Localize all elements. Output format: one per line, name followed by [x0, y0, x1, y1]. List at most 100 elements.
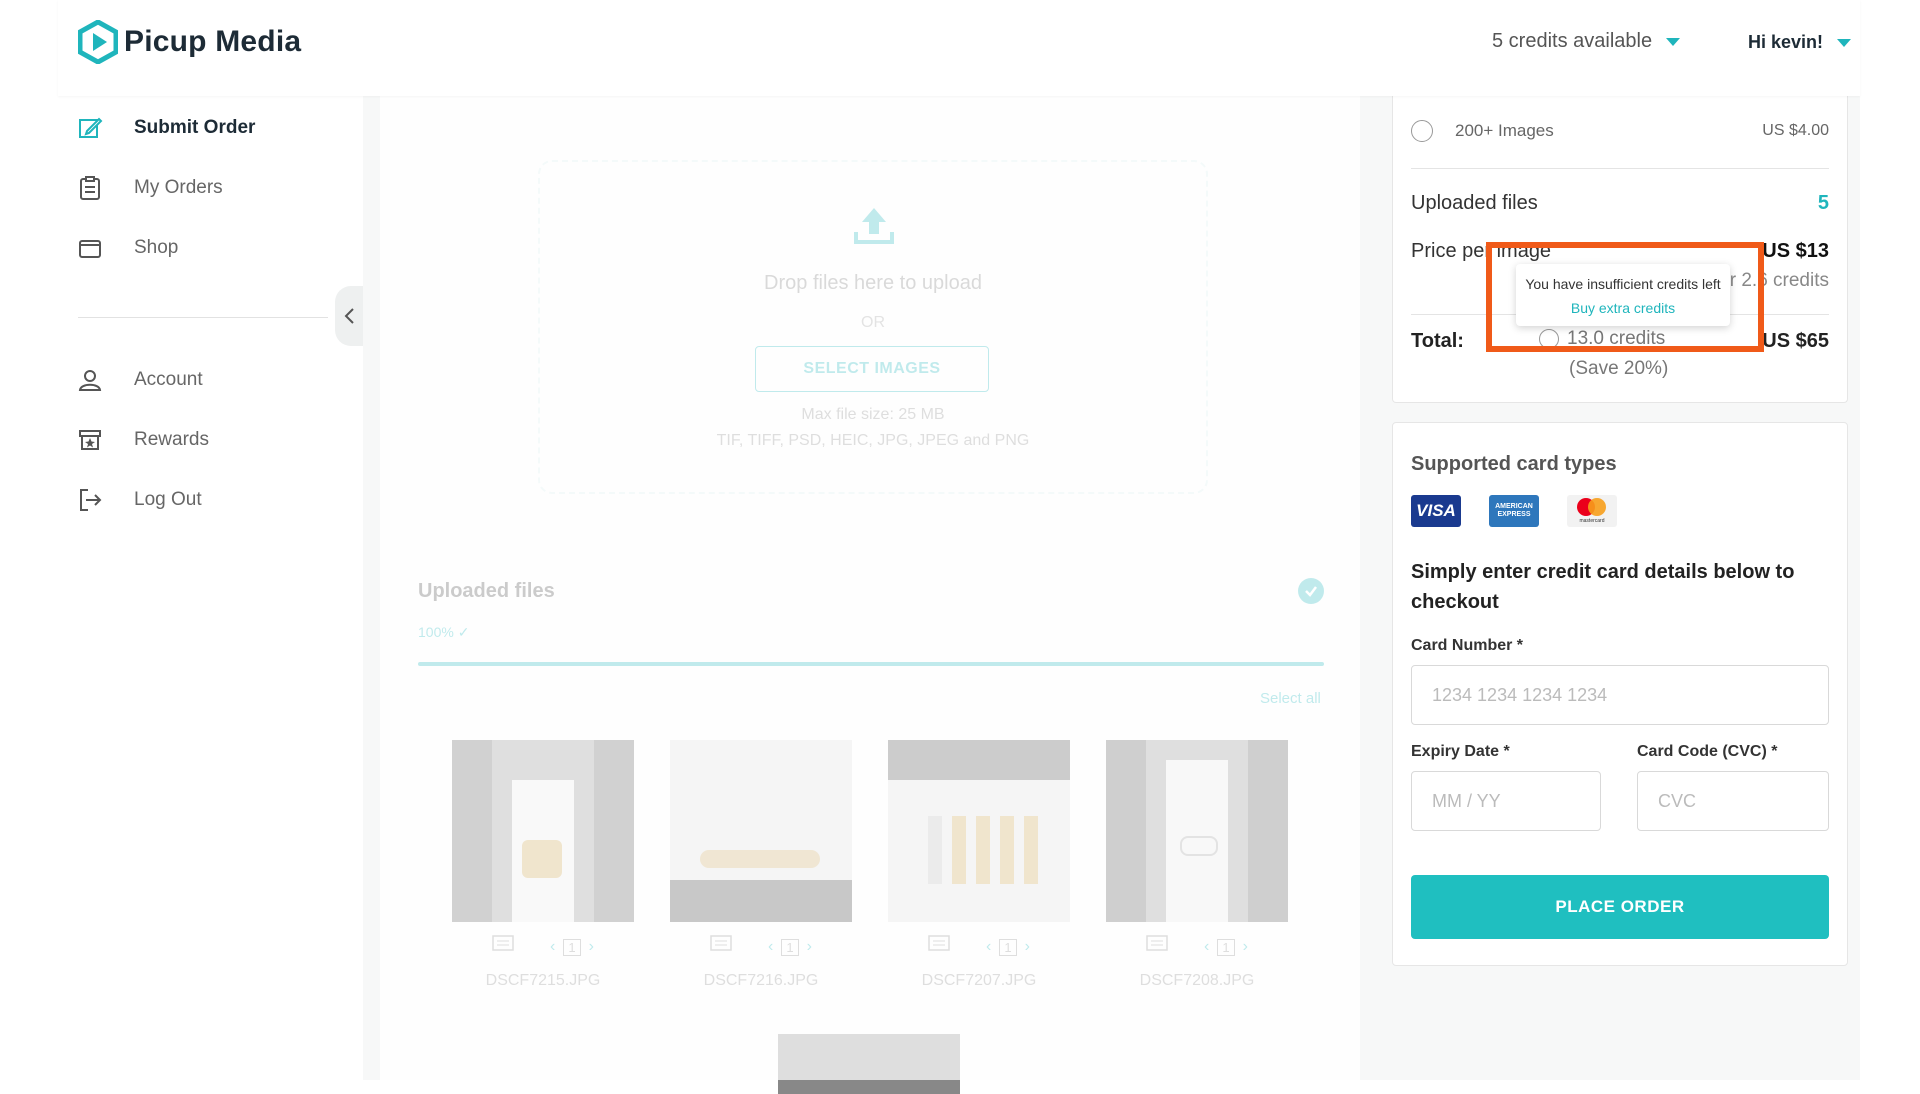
chevron-left-icon[interactable]: ‹: [550, 938, 555, 956]
sidebar-item-label: Rewards: [134, 429, 209, 450]
shop-icon: [76, 234, 104, 262]
divider: [1411, 168, 1829, 169]
card-number-field[interactable]: [1411, 665, 1829, 725]
sidebar-item-log-out[interactable]: Log Out: [76, 486, 202, 514]
total-label: Total:: [1411, 330, 1464, 352]
select-all-link[interactable]: Select all: [1260, 690, 1321, 707]
total-credits: 13.0 credits: [1567, 328, 1666, 349]
chevron-right-icon[interactable]: ›: [1243, 938, 1248, 956]
rewards-icon: [76, 426, 104, 454]
user-icon: [76, 366, 104, 394]
file-name: DSCF7207.JPG: [921, 972, 1037, 989]
price-per-image-credits: or 2.6 credits: [1719, 270, 1829, 291]
buy-extra-credits-link[interactable]: Buy extra credits: [1516, 300, 1730, 316]
sidebar-item-account[interactable]: Account: [76, 366, 203, 394]
sidebar: Submit Order My Orders Shop Account Rewa…: [58, 96, 363, 1080]
file-thumbnail[interactable]: [670, 740, 852, 922]
credits-label: 5 credits available: [1492, 30, 1653, 52]
chevron-right-icon[interactable]: ›: [589, 938, 594, 956]
main-content: Drop files here to upload OR SELECT IMAG…: [380, 96, 1360, 1094]
price-per-image-value: US $13: [1762, 240, 1829, 262]
order-summary-panel: 200+ Images US $4.00 Uploaded files 5 Pr…: [1392, 96, 1848, 403]
quantity-stepper[interactable]: ‹ 1 ›: [1204, 938, 1248, 956]
tier-radio[interactable]: [1411, 120, 1433, 142]
comment-icon[interactable]: [710, 934, 732, 960]
total-value: US $65: [1762, 330, 1829, 352]
uploaded-files-title: Uploaded files: [418, 580, 555, 602]
file-thumbnail[interactable]: [778, 1034, 960, 1094]
logo-icon: [78, 20, 118, 64]
place-order-button[interactable]: PLACE ORDER: [1411, 875, 1829, 939]
checkout-title: Simply enter credit card details below t…: [1411, 561, 1795, 613]
sidebar-item-label: Log Out: [134, 489, 202, 510]
file-card[interactable]: ‹ 1 › DSCF7216.JPG: [670, 740, 852, 990]
file-name: DSCF7215.JPG: [485, 972, 601, 989]
file-types: TIF, TIFF, PSD, HEIC, JPG, JPEG and PNG: [716, 432, 1030, 449]
card-code-field[interactable]: [1637, 771, 1829, 831]
upload-progress-bar: [418, 662, 1324, 666]
expiry-date-label: Expiry Date *: [1411, 743, 1510, 760]
pay-with-credits-option[interactable]: 13.0 credits: [1539, 328, 1665, 350]
brand-name: Picup Media: [124, 25, 302, 58]
file-name: DSCF7208.JPG: [1139, 972, 1255, 989]
sidebar-item-submit-order[interactable]: Submit Order: [76, 114, 255, 142]
sidebar-divider: [78, 317, 328, 318]
user-greeting: Hi kevin!: [1748, 32, 1824, 52]
expiry-date-field[interactable]: [1411, 771, 1601, 831]
card-types: VISA AMERICAN EXPRESS mastercard: [1411, 495, 1617, 527]
collapse-sidebar-button[interactable]: [335, 286, 363, 346]
file-card[interactable]: ‹ 1 › DSCF7208.JPG: [1106, 740, 1288, 990]
chevron-left-icon[interactable]: ‹: [1204, 938, 1209, 956]
file-thumbnail[interactable]: [888, 740, 1070, 922]
copies-icon: 1: [563, 938, 581, 956]
chevron-right-icon[interactable]: ›: [1025, 938, 1030, 956]
tier-price: US $4.00: [1762, 122, 1829, 139]
chevron-right-icon[interactable]: ›: [807, 938, 812, 956]
file-card[interactable]: ‹ 1 › DSCF7207.JPG: [888, 740, 1070, 990]
chevron-down-icon: [1666, 37, 1681, 46]
quantity-stepper[interactable]: ‹ 1 ›: [768, 938, 812, 956]
file-thumbnail[interactable]: [1106, 740, 1288, 922]
uploaded-files-count: 5: [1817, 192, 1829, 214]
copies-icon: 1: [999, 938, 1017, 956]
user-menu[interactable]: Hi kevin!: [1748, 32, 1852, 53]
amex-icon: AMERICAN EXPRESS: [1489, 495, 1539, 527]
quantity-stepper[interactable]: ‹ 1 ›: [986, 938, 1030, 956]
price-per-image-label: Price per image: [1411, 240, 1552, 262]
mastercard-icon: mastercard: [1567, 495, 1617, 527]
comment-icon[interactable]: [928, 934, 950, 960]
top-bar: Picup Media 5 credits available Hi kevin…: [58, 0, 1860, 96]
sidebar-item-rewards[interactable]: Rewards: [76, 426, 209, 454]
quantity-stepper[interactable]: ‹ 1 ›: [550, 938, 594, 956]
comment-icon[interactable]: [1146, 934, 1168, 960]
sidebar-item-my-orders[interactable]: My Orders: [76, 174, 223, 202]
upload-progress-label: 100% ✓: [418, 624, 470, 640]
total-save: (Save 20%): [1569, 358, 1669, 379]
price-per-image-row: Price per image US $13: [1411, 240, 1829, 263]
logout-icon: [76, 486, 104, 514]
check-icon: [1298, 578, 1324, 604]
card-number-label: Card Number *: [1411, 637, 1524, 654]
copies-icon: 1: [1217, 938, 1235, 956]
logo[interactable]: Picup Media: [78, 20, 301, 64]
edit-icon: [76, 114, 104, 142]
file-card[interactable]: ‹ 1 › DSCF7215.JPG: [452, 740, 634, 990]
select-images-button[interactable]: SELECT IMAGES: [755, 346, 989, 392]
chevron-left-icon: [344, 308, 354, 324]
upload-dropzone[interactable]: Drop files here to upload OR SELECT IMAG…: [538, 160, 1208, 494]
credits-dropdown[interactable]: 5 credits available: [1492, 30, 1681, 53]
copies-icon: 1: [781, 938, 799, 956]
sidebar-item-shop[interactable]: Shop: [76, 234, 178, 262]
chevron-left-icon[interactable]: ‹: [768, 938, 773, 956]
drop-files-text: Drop files here to upload: [764, 272, 982, 294]
supported-cards-title: Supported card types: [1411, 453, 1617, 475]
sidebar-item-label: Submit Order: [134, 117, 256, 138]
file-thumbnail[interactable]: [452, 740, 634, 922]
tier-label: 200+ Images: [1455, 121, 1554, 140]
credits-radio[interactable]: [1539, 329, 1559, 349]
pricing-tier-row[interactable]: 200+ Images US $4.00: [1411, 120, 1829, 142]
comment-icon[interactable]: [492, 934, 514, 960]
upload-icon: [854, 208, 894, 244]
chevron-left-icon[interactable]: ‹: [986, 938, 991, 956]
uploaded-files-label: Uploaded files: [1411, 192, 1538, 214]
